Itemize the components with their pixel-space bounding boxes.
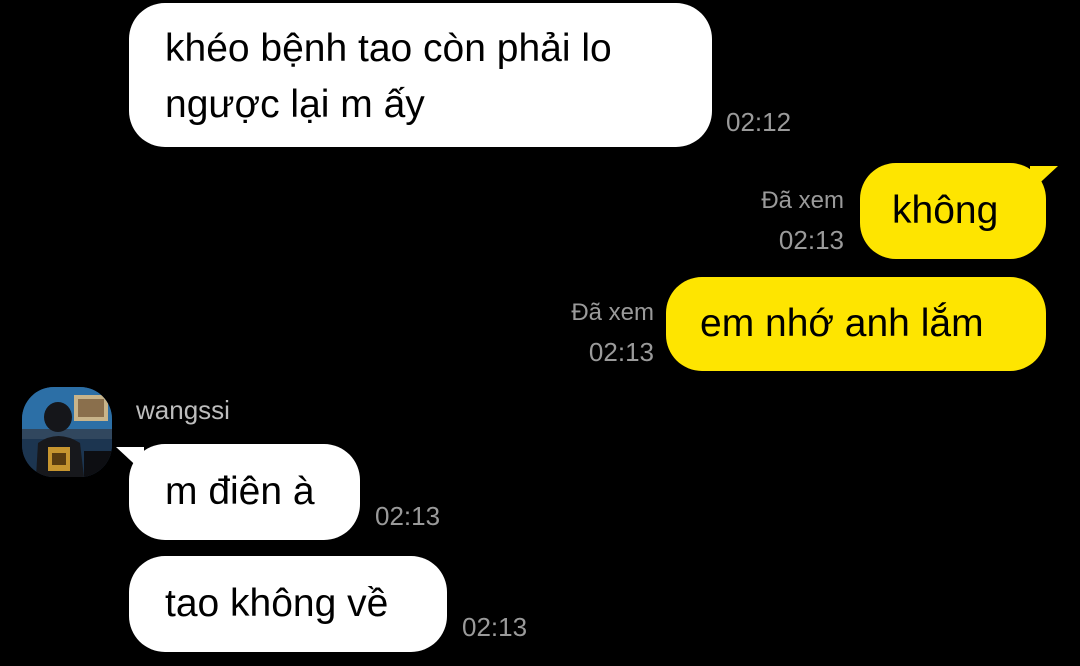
message-time: 02:12 xyxy=(726,107,792,137)
avatar[interactable] xyxy=(22,387,112,477)
sender-name: wangssi xyxy=(136,395,230,425)
user-avatar-image xyxy=(22,387,112,477)
message-text: tao không về xyxy=(165,582,389,625)
message-time: 02:13 xyxy=(375,501,441,531)
message-bubble-outgoing[interactable]: không xyxy=(860,163,1046,259)
message-time: 02:13 xyxy=(462,612,528,642)
message-text-line: khéo bệnh tao còn phải lo xyxy=(165,27,612,70)
message-bubble-incoming[interactable]: khéo bệnh tao còn phải lo ngược lại m ấy xyxy=(129,3,712,147)
read-status: Đã xem xyxy=(571,299,654,326)
message-time: 02:13 xyxy=(588,337,654,367)
message-bubble-outgoing[interactable]: em nhớ anh lắm xyxy=(666,277,1046,371)
bubble-tail-outgoing xyxy=(1030,166,1058,192)
message-time: 02:13 xyxy=(778,225,844,255)
message-text: m điên à xyxy=(165,470,315,513)
message-text-line: ngược lại m ấy xyxy=(165,83,425,126)
message-bubble-incoming[interactable]: tao không về xyxy=(129,556,447,652)
message-bubble-incoming[interactable]: m điên à xyxy=(129,444,360,540)
message-text: không xyxy=(892,189,999,232)
read-status: Đã xem xyxy=(761,187,844,214)
message-text: em nhớ anh lắm xyxy=(700,302,984,345)
